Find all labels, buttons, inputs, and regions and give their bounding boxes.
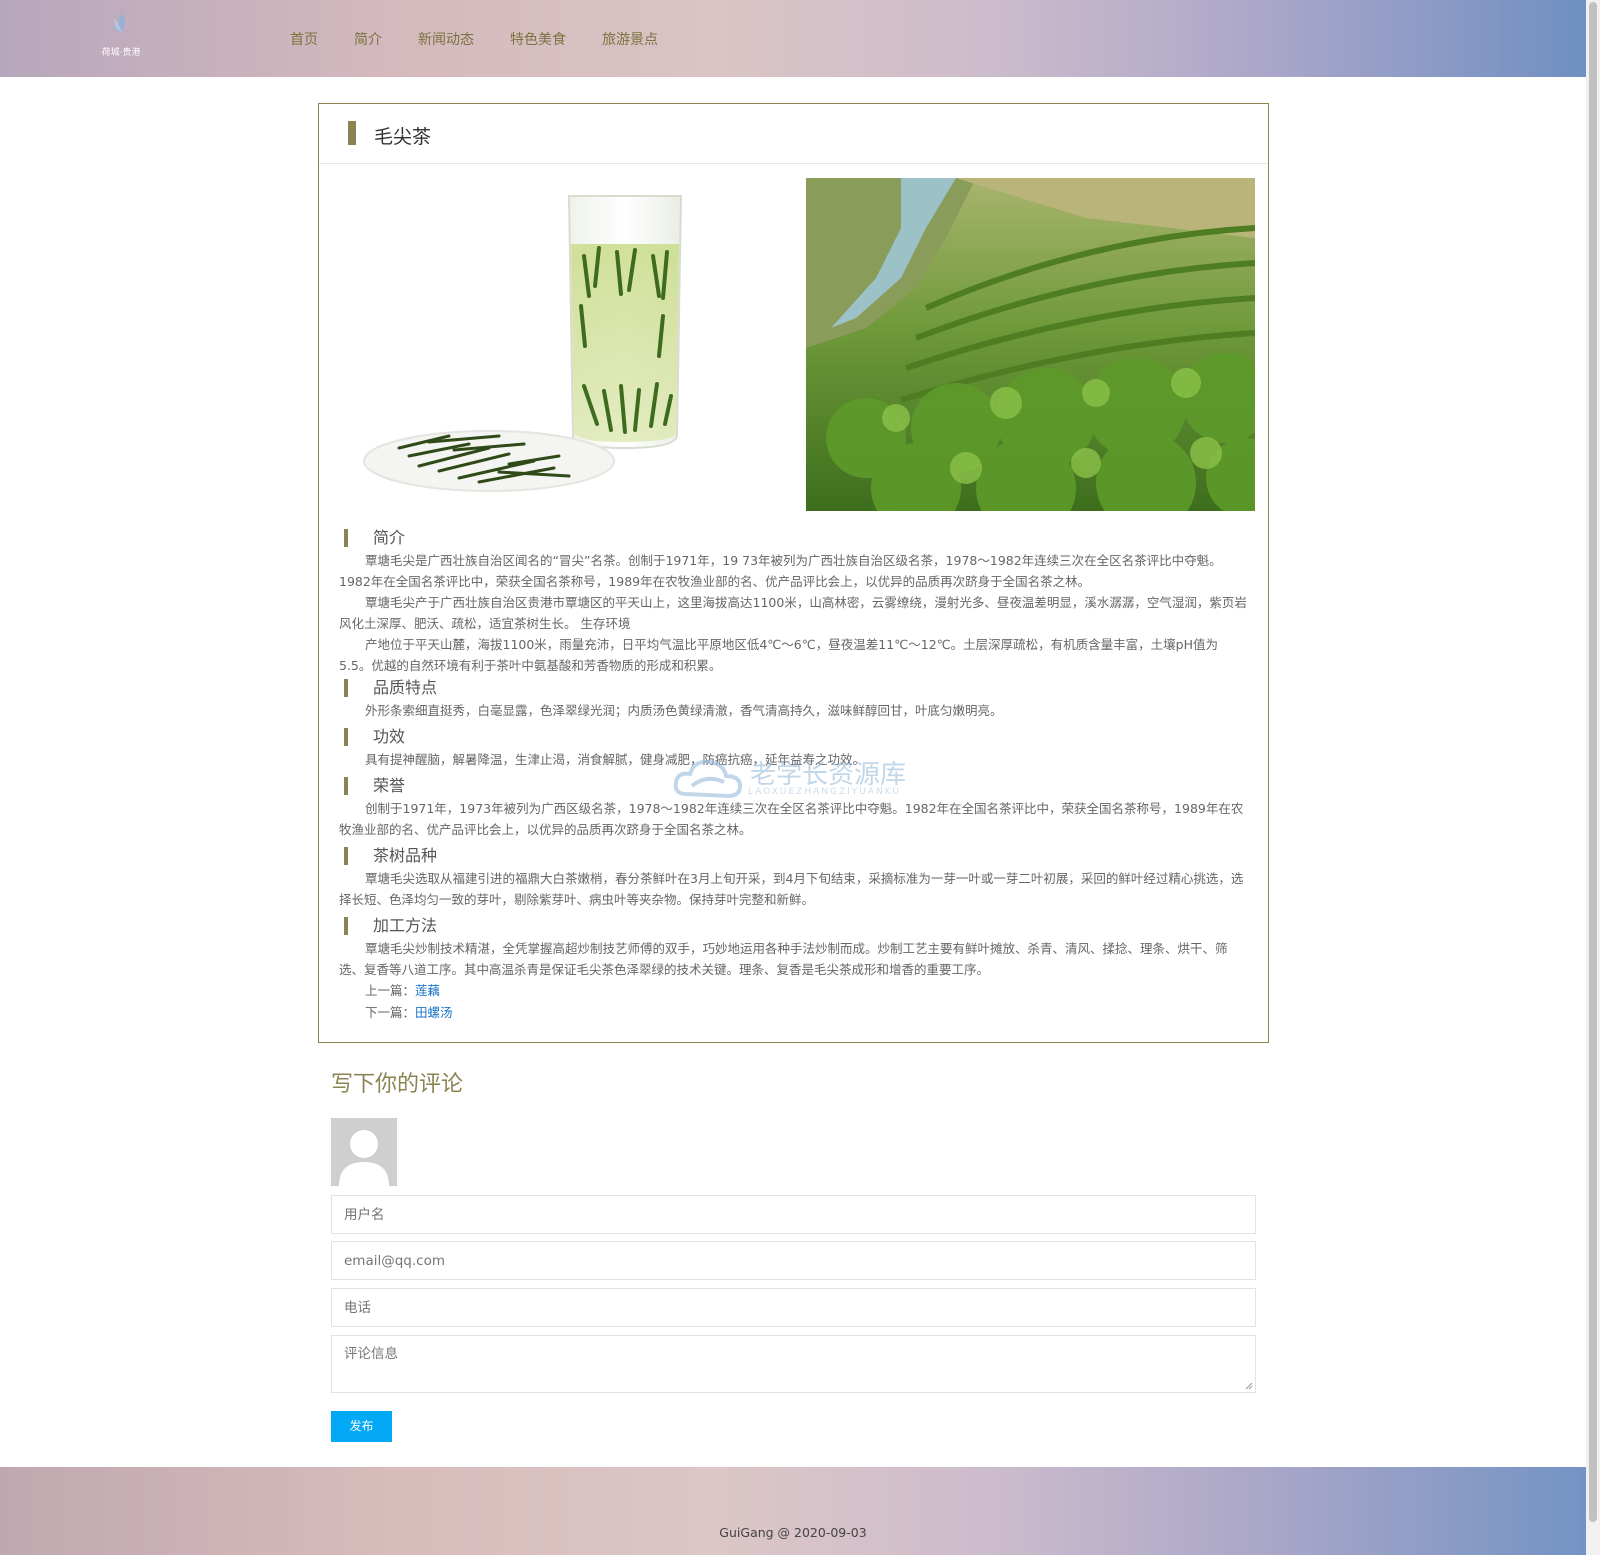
username-input[interactable] [331, 1195, 1256, 1234]
prev-article-link[interactable]: 莲藕 [415, 983, 440, 998]
comment-placeholder: 评论信息 [344, 1346, 398, 1362]
site-logo[interactable]: 荷城·贵港 [96, 10, 146, 65]
article-title: 毛尖茶 [374, 126, 432, 148]
watermark-cloud-icon [673, 759, 743, 799]
processing-paragraph: 覃塘毛尖炒制技术精湛，全凭掌握高超炒制技艺师傅的双手，巧妙地运用各种手法炒制而成… [339, 941, 1228, 977]
nav-news[interactable]: 新闻动态 [418, 29, 474, 49]
scrollbar-thumb[interactable] [1589, 2, 1597, 1522]
prev-label: 上一篇： [365, 983, 416, 998]
phone-input[interactable] [331, 1288, 1256, 1327]
publish-button[interactable]: 发布 [331, 1411, 392, 1442]
nav-home[interactable]: 首页 [290, 29, 318, 49]
watermark-text: 老学长资源库 [750, 760, 907, 790]
prev-article: 上一篇：莲藕 [339, 980, 1249, 1002]
site-footer: GuiGang @ 2020-09-03 [0, 1467, 1586, 1555]
next-article-link[interactable]: 田螺汤 [415, 1005, 453, 1020]
section-heading-quality: 品质特点 [339, 676, 1249, 700]
watermark-subtext: LAOXUEZHANGZIYUANKU [748, 787, 902, 797]
user-avatar-icon [331, 1118, 397, 1186]
site-header: 荷城·贵港 首页 简介 新闻动态 特色美食 旅游景点 [0, 0, 1586, 77]
honors-paragraph: 创制于1971年，1973年被列为广西区级名茶，1978～1982年连续三次在全… [339, 801, 1244, 837]
article-title-row: 毛尖茶 [319, 104, 1268, 164]
section-heading-intro: 简介 [339, 526, 1249, 550]
intro-paragraph-2: 覃塘毛尖产于广西壮族自治区贵港市覃塘区的平天山上，这里海拔高达1100米，山高林… [339, 595, 1247, 631]
avatar [331, 1118, 397, 1186]
section-heading-variety: 茶树品种 [339, 844, 1249, 868]
tea-glass-image [359, 186, 789, 516]
section-heading-effects: 功效 [339, 725, 1249, 749]
intro-paragraph-1: 覃塘毛尖是广西壮族自治区闻名的“冒尖”名茶。创制于1971年，19 73年被列为… [339, 553, 1222, 589]
comment-textarea[interactable]: 评论信息 [331, 1335, 1256, 1393]
nav-food[interactable]: 特色美食 [510, 29, 566, 49]
footer-copyright: GuiGang @ 2020-09-03 [719, 1525, 867, 1540]
next-article: 下一篇：田螺汤 [339, 1002, 1249, 1024]
tea-plantation-image [806, 178, 1255, 511]
resize-grip-icon[interactable] [1245, 1382, 1253, 1390]
page-scrollbar[interactable] [1586, 0, 1600, 1555]
article-card: 毛尖茶 简介 覃塘毛尖是广西壮族自治区闻名的“冒尖”名茶。创制于1971年，19… [318, 103, 1269, 1043]
nav-attractions[interactable]: 旅游景点 [602, 29, 658, 49]
variety-paragraph: 覃塘毛尖选取从福建引进的福鼎大白茶嫩梢，春分茶鲜叶在3月上旬开采，到4月下旬结束… [339, 871, 1244, 907]
section-heading-processing: 加工方法 [339, 914, 1249, 938]
logo-text: 荷城·贵港 [101, 48, 141, 58]
watermark: 老学长资源库 LAOXUEZHANGZIYUANKU [672, 752, 932, 802]
lotus-logo-icon [111, 13, 130, 32]
quality-paragraph: 外形条索细直挺秀，白毫显露，色泽翠绿光润；内质汤色黄绿清澈，香气清高持久，滋味鲜… [365, 703, 1003, 718]
main-nav: 首页 简介 新闻动态 特色美食 旅游景点 [290, 29, 694, 49]
next-label: 下一篇： [365, 1005, 416, 1020]
nav-intro[interactable]: 简介 [354, 29, 382, 49]
title-accent-bar [348, 121, 356, 145]
intro-paragraph-3: 产地位于平天山麓，海拔1100米，雨量充沛，日平均气温比平原地区低4℃～6℃，昼… [339, 637, 1219, 673]
email-input[interactable] [331, 1241, 1256, 1280]
comment-title: 写下你的评论 [331, 1072, 464, 1097]
